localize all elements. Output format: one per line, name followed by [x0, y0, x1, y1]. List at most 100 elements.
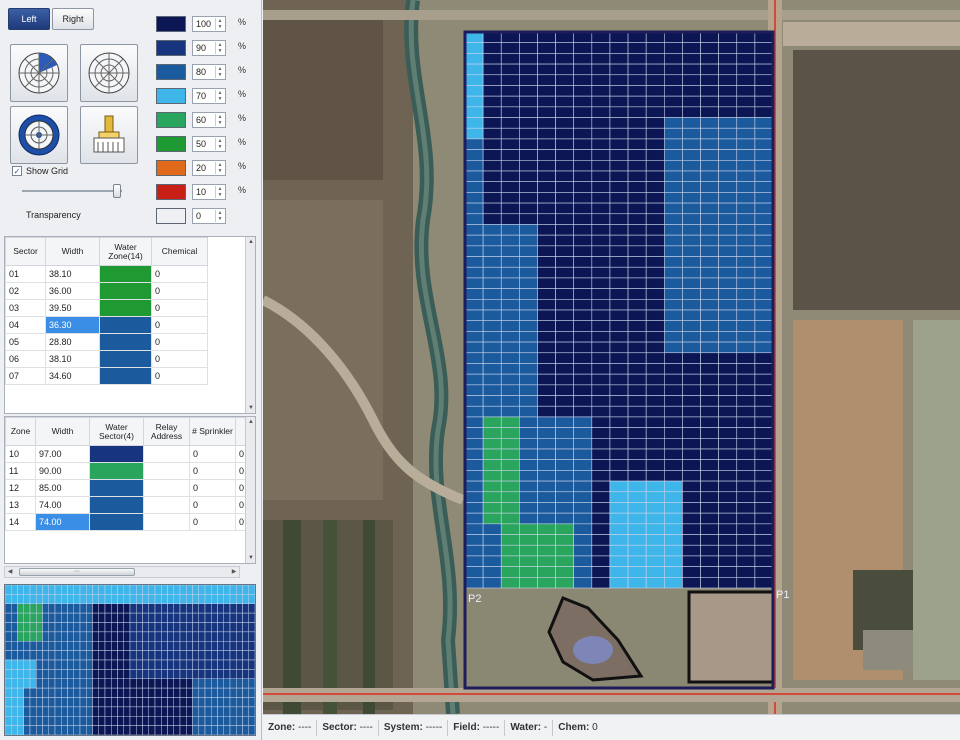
zone-cell[interactable]: [537, 309, 556, 321]
zone-cell[interactable]: [591, 299, 611, 311]
zone-cell[interactable]: [555, 309, 575, 321]
zone-cell[interactable]: [736, 470, 756, 482]
zone-cell[interactable]: [627, 202, 647, 215]
zone-cell[interactable]: [482, 523, 502, 535]
zone-cell[interactable]: [482, 544, 502, 557]
zone-cell[interactable]: [464, 555, 484, 567]
zone-cell[interactable]: [609, 170, 629, 182]
zone-cell[interactable]: [718, 42, 738, 54]
zone-cell[interactable]: [519, 288, 538, 300]
zone-cell[interactable]: [464, 31, 484, 43]
zone-cell[interactable]: [519, 277, 538, 289]
zone-cell[interactable]: [718, 566, 738, 578]
zone-cell[interactable]: [573, 512, 593, 525]
zone-cell[interactable]: [682, 266, 701, 279]
zone-cell[interactable]: [537, 192, 556, 204]
zone-cell[interactable]: [519, 181, 538, 193]
legend-color-swatch[interactable]: [156, 184, 186, 200]
zone-cell[interactable]: [736, 170, 756, 182]
zone-cell[interactable]: [609, 192, 629, 204]
zone-cell[interactable]: [573, 95, 593, 108]
zone-cell[interactable]: [700, 331, 719, 343]
zone-cell[interactable]: [573, 63, 593, 76]
zone-cell[interactable]: [663, 256, 683, 268]
zone-cell[interactable]: [682, 480, 701, 493]
zone-cell[interactable]: [645, 138, 665, 150]
zone-cell[interactable]: [519, 427, 538, 439]
zone-cell[interactable]: [519, 106, 538, 118]
zone-cell[interactable]: [682, 331, 701, 343]
legend-color-swatch[interactable]: [156, 160, 186, 176]
zone-cell[interactable]: [573, 299, 593, 311]
zone-cell[interactable]: [700, 320, 719, 332]
zone-cell[interactable]: [736, 395, 756, 407]
zone-cell[interactable]: [645, 331, 665, 343]
zone-cell[interactable]: [645, 459, 665, 471]
zone-cell[interactable]: [627, 31, 647, 43]
zone-cell[interactable]: [519, 74, 538, 86]
zone-cell[interactable]: [682, 138, 701, 150]
zone-water-sector-cell[interactable]: [89, 462, 144, 480]
zone-cell[interactable]: [519, 502, 538, 514]
zone-cell[interactable]: [645, 395, 665, 407]
zone-cell[interactable]: [700, 523, 719, 535]
zone-cell[interactable]: [500, 523, 520, 535]
zone-cell[interactable]: [519, 85, 538, 97]
zone-cell[interactable]: [609, 320, 629, 332]
zone-id-cell[interactable]: 14: [5, 513, 36, 531]
zone-cell[interactable]: [482, 277, 502, 289]
zone-cell[interactable]: [482, 555, 502, 567]
zone-cell[interactable]: [645, 577, 665, 589]
zone-cell[interactable]: [537, 534, 556, 546]
zone-cell[interactable]: [609, 480, 629, 493]
zone-cell[interactable]: [627, 245, 647, 257]
zone-cell[interactable]: [754, 480, 774, 493]
zone-cell[interactable]: [519, 555, 538, 567]
zone-cell[interactable]: [700, 95, 719, 108]
zone-cell[interactable]: [482, 512, 502, 525]
zone-cell[interactable]: [500, 299, 520, 311]
zone-cell[interactable]: [682, 555, 701, 567]
zone-cell[interactable]: [482, 63, 502, 76]
zone-cell[interactable]: [573, 448, 593, 460]
zone-cell[interactable]: [519, 31, 538, 43]
zone-cell[interactable]: [627, 74, 647, 86]
zone-cell[interactable]: [627, 566, 647, 578]
zone-cell[interactable]: [627, 192, 647, 204]
zone-cell[interactable]: [537, 234, 556, 247]
zone-cell[interactable]: [736, 85, 756, 97]
zone-cell[interactable]: [700, 566, 719, 578]
zone-cell[interactable]: [555, 363, 575, 375]
spinner-arrows-icon[interactable]: ▲ ▼: [215, 162, 224, 174]
zone-cell[interactable]: [482, 448, 502, 460]
zone-cell[interactable]: [609, 277, 629, 289]
zone-cell[interactable]: [718, 352, 738, 364]
radial-grid-button[interactable]: [80, 44, 138, 102]
zone-cell[interactable]: [500, 555, 520, 567]
zone-cell[interactable]: [482, 427, 502, 439]
zone-cell[interactable]: [555, 149, 575, 161]
zone-cell[interactable]: [718, 416, 738, 428]
zone-row[interactable]: 11 90.00 0 0: [5, 462, 250, 480]
zone-cell[interactable]: [537, 256, 556, 268]
zone-cell[interactable]: [591, 149, 611, 161]
zone-cell[interactable]: [573, 491, 593, 503]
zone-cell[interactable]: [682, 31, 701, 43]
sector-row[interactable]: 04 36.30 0: [5, 316, 208, 334]
zone-cell[interactable]: [718, 384, 738, 396]
zone-cell[interactable]: [736, 534, 756, 546]
sprinkler-col-header[interactable]: # Sprinkler: [189, 417, 236, 446]
zone-cell[interactable]: [537, 363, 556, 375]
zone-cell[interactable]: [464, 85, 484, 97]
zone-cell[interactable]: [500, 480, 520, 493]
sector-id-cell[interactable]: 03: [5, 299, 46, 317]
zone-cell[interactable]: [663, 544, 683, 557]
zone-cell[interactable]: [627, 395, 647, 407]
zone-cell[interactable]: [718, 320, 738, 332]
zone-cell[interactable]: [482, 373, 502, 386]
sector-id-cell[interactable]: 04: [5, 316, 46, 334]
zone-cell[interactable]: [555, 416, 575, 428]
zone-cell[interactable]: [573, 577, 593, 589]
zone-cell[interactable]: [609, 566, 629, 578]
zone-cell[interactable]: [718, 512, 738, 525]
